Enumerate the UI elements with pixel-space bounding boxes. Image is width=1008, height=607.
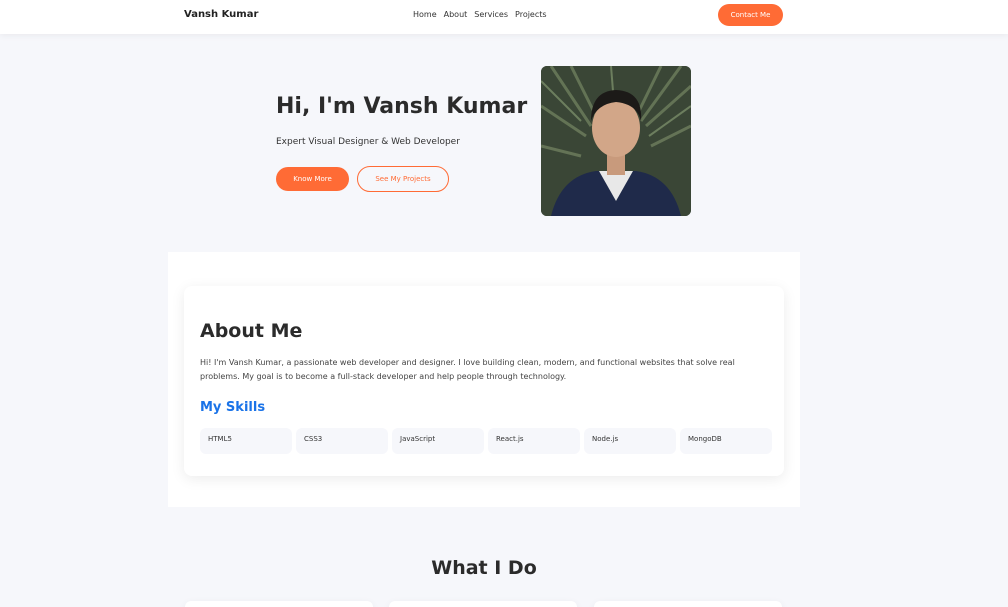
skills-title: My Skills <box>200 400 266 415</box>
about-section: About Me Hi! I'm Vansh Kumar, a passiona… <box>168 252 800 507</box>
nav-link-projects[interactable]: Projects <box>515 10 547 19</box>
skill-chip-mongodb: MongoDB <box>680 428 772 454</box>
profile-photo <box>541 66 691 216</box>
service-card <box>389 601 577 607</box>
hero-title: Hi, I'm Vansh Kumar <box>276 94 528 119</box>
what-i-do-title: What I Do <box>431 557 537 579</box>
service-card <box>594 601 782 607</box>
nav-link-home[interactable]: Home <box>413 10 437 19</box>
about-card: About Me Hi! I'm Vansh Kumar, a passiona… <box>184 286 784 476</box>
skill-chip-css3: CSS3 <box>296 428 388 454</box>
brand-logo[interactable]: Vansh Kumar <box>184 9 258 20</box>
contact-me-button[interactable]: Contact Me <box>718 4 783 26</box>
nav-links: Home About Services Projects <box>413 10 547 19</box>
about-title: About Me <box>200 320 303 342</box>
nav-link-about[interactable]: About <box>444 10 468 19</box>
skill-chip-nodejs: Node.js <box>584 428 676 454</box>
see-projects-button[interactable]: See My Projects <box>357 166 449 192</box>
service-card <box>185 601 373 607</box>
nav-link-services[interactable]: Services <box>474 10 508 19</box>
know-more-button[interactable]: Know More <box>276 167 349 191</box>
skill-chip-javascript: JavaScript <box>392 428 484 454</box>
navbar: Vansh Kumar Home About Services Projects… <box>0 0 1008 34</box>
skills-list: HTML5 CSS3 JavaScript React.js Node.js M… <box>200 428 772 454</box>
about-text: Hi! I'm Vansh Kumar, a passionate web de… <box>200 358 735 381</box>
hero-subtitle: Expert Visual Designer & Web Developer <box>276 137 460 147</box>
skill-chip-reactjs: React.js <box>488 428 580 454</box>
skill-chip-html5: HTML5 <box>200 428 292 454</box>
